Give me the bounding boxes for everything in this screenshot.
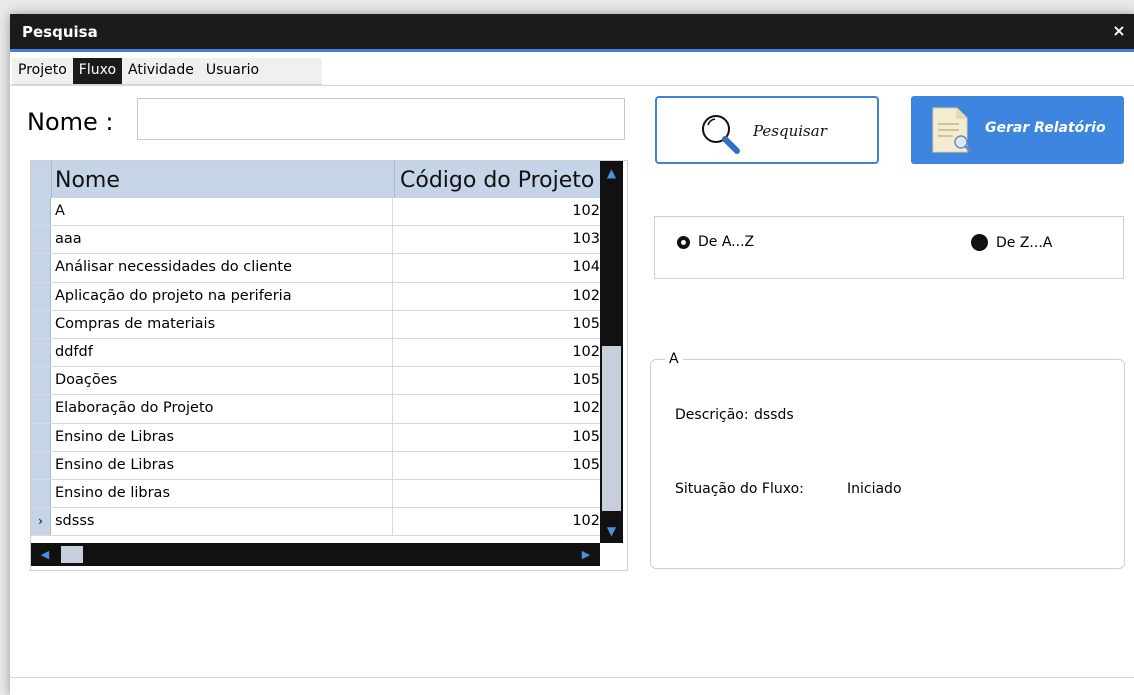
sort-order-group: De A...Z De Z...A <box>654 216 1124 279</box>
table-row[interactable]: Ensino de libras <box>31 479 600 509</box>
nome-label: Nome : <box>27 108 114 136</box>
close-icon[interactable]: × <box>1110 22 1128 40</box>
table-row[interactable]: Análisar necessidades do cliente 104 <box>31 254 600 283</box>
tab-fluxo[interactable]: Fluxo <box>72 58 123 84</box>
row-selector[interactable] <box>31 451 51 479</box>
magnifier-icon <box>702 115 740 154</box>
detail-group: A Descrição: dssds Situação do Fluxo: In… <box>650 351 1125 569</box>
row-selector[interactable] <box>31 367 51 395</box>
cell-nome: aaa <box>53 226 393 254</box>
tab-atividade[interactable]: Atividade <box>122 58 200 84</box>
cell-codigo: 102 <box>572 343 600 360</box>
horizontal-scrollbar[interactable]: ◀ ▶ <box>31 543 600 566</box>
descricao-label: Descrição: <box>675 407 749 423</box>
pesquisar-button[interactable]: Pesquisar <box>655 96 879 164</box>
row-selector[interactable] <box>31 423 51 451</box>
horizontal-scroll-thumb[interactable] <box>61 546 83 563</box>
column-header-nome[interactable]: Nome <box>52 161 395 198</box>
row-selector[interactable] <box>31 338 51 367</box>
cell-nome: Ensino de Libras <box>53 451 393 479</box>
cell-nome: A <box>53 198 393 226</box>
tab-usuario[interactable]: Usuario <box>200 58 265 84</box>
cell-nome: Doações <box>53 367 393 395</box>
gerar-relatorio-button[interactable]: Gerar Relatório <box>911 96 1124 164</box>
vertical-scrollbar[interactable]: ▲ ▼ <box>600 161 623 543</box>
table-row[interactable]: › sdsss 102 <box>31 508 600 537</box>
current-row-indicator-icon[interactable]: › <box>31 508 51 536</box>
situacao-value: Iniciado <box>847 481 902 497</box>
cell-nome: Ensino de libras <box>53 479 393 508</box>
table-row[interactable]: A 102 <box>31 198 600 227</box>
grid-rows: A 102 aaa 103 Análisar necessidades do clien… <box>31 198 600 537</box>
divider <box>10 677 1134 678</box>
vertical-scroll-thumb[interactable] <box>602 346 621 511</box>
cell-codigo: 105 <box>572 315 600 332</box>
table-row[interactable]: Elaboração do Projeto 102 <box>31 395 600 424</box>
pesquisar-label: Pesquisar <box>753 122 827 140</box>
row-selector[interactable] <box>31 282 51 310</box>
search-window: Pesquisa × Projeto Fluxo Atividade Usuar… <box>10 14 1134 695</box>
scroll-left-icon[interactable]: ◀ <box>35 543 55 566</box>
sort-asc-label: De A...Z <box>698 234 755 250</box>
detail-group-title: A <box>665 351 683 367</box>
cell-codigo: 105 <box>572 456 600 473</box>
cell-nome: sdsss <box>53 508 393 536</box>
cell-nome: Análisar necessidades do cliente <box>53 254 393 282</box>
grid-header: Nome Código do Projeto <box>31 161 600 198</box>
cell-codigo: 105 <box>572 428 600 445</box>
cell-nome: ddfdf <box>53 338 393 367</box>
table-row[interactable]: aaa 103 <box>31 226 600 255</box>
cell-codigo: 102 <box>572 513 600 530</box>
table-row[interactable]: Doações 105 <box>31 367 600 396</box>
cell-codigo: 105 <box>572 372 600 389</box>
title-bar: Pesquisa × <box>10 14 1134 52</box>
cell-nome: Aplicação do projeto na periferia <box>53 282 393 310</box>
table-row[interactable]: Aplicação do projeto na periferia 102 <box>31 282 600 311</box>
row-selector[interactable] <box>31 226 51 254</box>
radio-selected-icon <box>677 235 690 249</box>
radio-unselected-icon <box>971 234 988 251</box>
row-selector[interactable] <box>31 310 51 338</box>
row-selector[interactable] <box>31 254 51 282</box>
results-grid: Nome Código do Projeto A 102 aaa 103 Análisa… <box>30 160 628 571</box>
scroll-right-icon[interactable]: ▶ <box>576 543 596 566</box>
cell-codigo: 102 <box>572 203 600 219</box>
table-row[interactable]: Ensino de Libras 105 <box>31 423 600 452</box>
column-header-codigo[interactable]: Código do Projeto <box>396 161 600 198</box>
divider <box>10 85 1134 86</box>
nome-search-input[interactable] <box>137 98 625 140</box>
sort-desc-label: De Z...A <box>996 234 1053 251</box>
descricao-value: dssds <box>754 407 794 423</box>
row-selector[interactable] <box>31 198 51 226</box>
window-title: Pesquisa <box>22 23 98 41</box>
cell-codigo: 104 <box>572 259 600 276</box>
sort-asc-radio[interactable]: De A...Z <box>677 234 754 250</box>
row-selector-header <box>31 161 52 198</box>
cell-codigo: 102 <box>572 400 600 417</box>
table-row[interactable]: Ensino de Libras 105 <box>31 451 600 480</box>
gerar-relatorio-label: Gerar Relatório <box>985 120 1106 136</box>
cell-codigo <box>396 480 600 507</box>
cell-nome: Compras de materiais <box>53 310 393 338</box>
scroll-down-icon[interactable]: ▼ <box>600 521 623 541</box>
report-document-icon <box>932 107 972 153</box>
scroll-up-icon[interactable]: ▲ <box>600 163 623 183</box>
cell-codigo: 102 <box>572 287 600 304</box>
tab-projeto[interactable]: Projeto <box>12 58 73 84</box>
cell-nome: Ensino de Libras <box>53 423 393 451</box>
sort-desc-radio[interactable]: De Z...A <box>971 234 1052 251</box>
cell-codigo: 103 <box>572 231 600 248</box>
table-row[interactable]: ddfdf 102 <box>31 338 600 368</box>
row-selector[interactable] <box>31 395 51 423</box>
cell-nome: Elaboração do Projeto <box>53 395 393 423</box>
tab-bar: Projeto Fluxo Atividade Usuario <box>12 58 322 85</box>
row-selector[interactable] <box>31 479 51 508</box>
situacao-label: Situação do Fluxo: <box>675 481 804 497</box>
table-row[interactable]: Compras de materiais 105 <box>31 310 600 339</box>
